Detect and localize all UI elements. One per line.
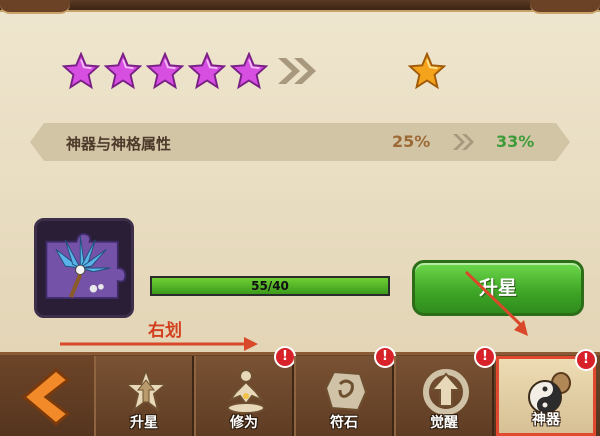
star-up-icon — [123, 367, 169, 413]
upgrade-star-button-label: 升星 — [478, 277, 517, 299]
swipe-right-annotation: 右划 — [148, 321, 182, 341]
next-star-rating — [408, 52, 446, 90]
attribute-current-value: 25% — [392, 132, 431, 151]
star-icon — [104, 52, 142, 90]
alert-badge-icon: ! — [274, 346, 296, 368]
alert-badge-icon: ! — [374, 346, 396, 368]
star-icon — [146, 52, 184, 90]
attribute-label: 神器与神格属性 — [66, 135, 172, 153]
tab-label: 升星 — [130, 415, 158, 431]
top-frame-ornament — [530, 0, 600, 14]
tab-label: 神器 — [532, 412, 560, 428]
alert-badge-icon: ! — [474, 346, 496, 368]
tab-label: 符石 — [330, 415, 358, 431]
awaken-arrow-icon — [423, 369, 469, 415]
tab-cultivation[interactable]: 修为 ! — [194, 346, 296, 436]
double-chevron-right-icon — [453, 134, 474, 150]
tab-label: 修为 — [230, 415, 258, 431]
star-icon — [62, 52, 100, 90]
feather-puzzle-artifact-icon — [37, 221, 131, 315]
star-icon — [230, 52, 268, 90]
progress-text: 55/40 — [251, 279, 289, 293]
star-icon — [188, 52, 226, 90]
current-star-rating — [62, 52, 268, 90]
rune-stone-icon — [324, 370, 368, 412]
top-frame-ornament — [0, 0, 70, 14]
chevron-left-icon — [21, 368, 71, 426]
double-chevron-right-icon — [278, 58, 316, 84]
alert-badge-icon: ! — [575, 349, 597, 371]
star-icon — [408, 52, 446, 90]
tab-star-up[interactable]: 升星 — [94, 356, 194, 436]
star-progress-bar: 55/40 — [150, 276, 390, 296]
artifact-item-tile[interactable] — [34, 218, 134, 318]
meditation-icon — [227, 369, 265, 414]
tab-label: 觉醒 — [430, 415, 458, 431]
tab-awaken[interactable]: 觉醒 ! — [394, 346, 496, 436]
tab-rune-stone[interactable]: 符石 ! — [294, 346, 396, 436]
top-frame — [0, 0, 600, 12]
tab-artifact[interactable]: 神器 ! — [496, 349, 597, 436]
upgrade-star-button[interactable]: 升星 — [412, 260, 584, 316]
back-button[interactable] — [10, 364, 80, 430]
attribute-next-value: 33% — [496, 132, 535, 151]
